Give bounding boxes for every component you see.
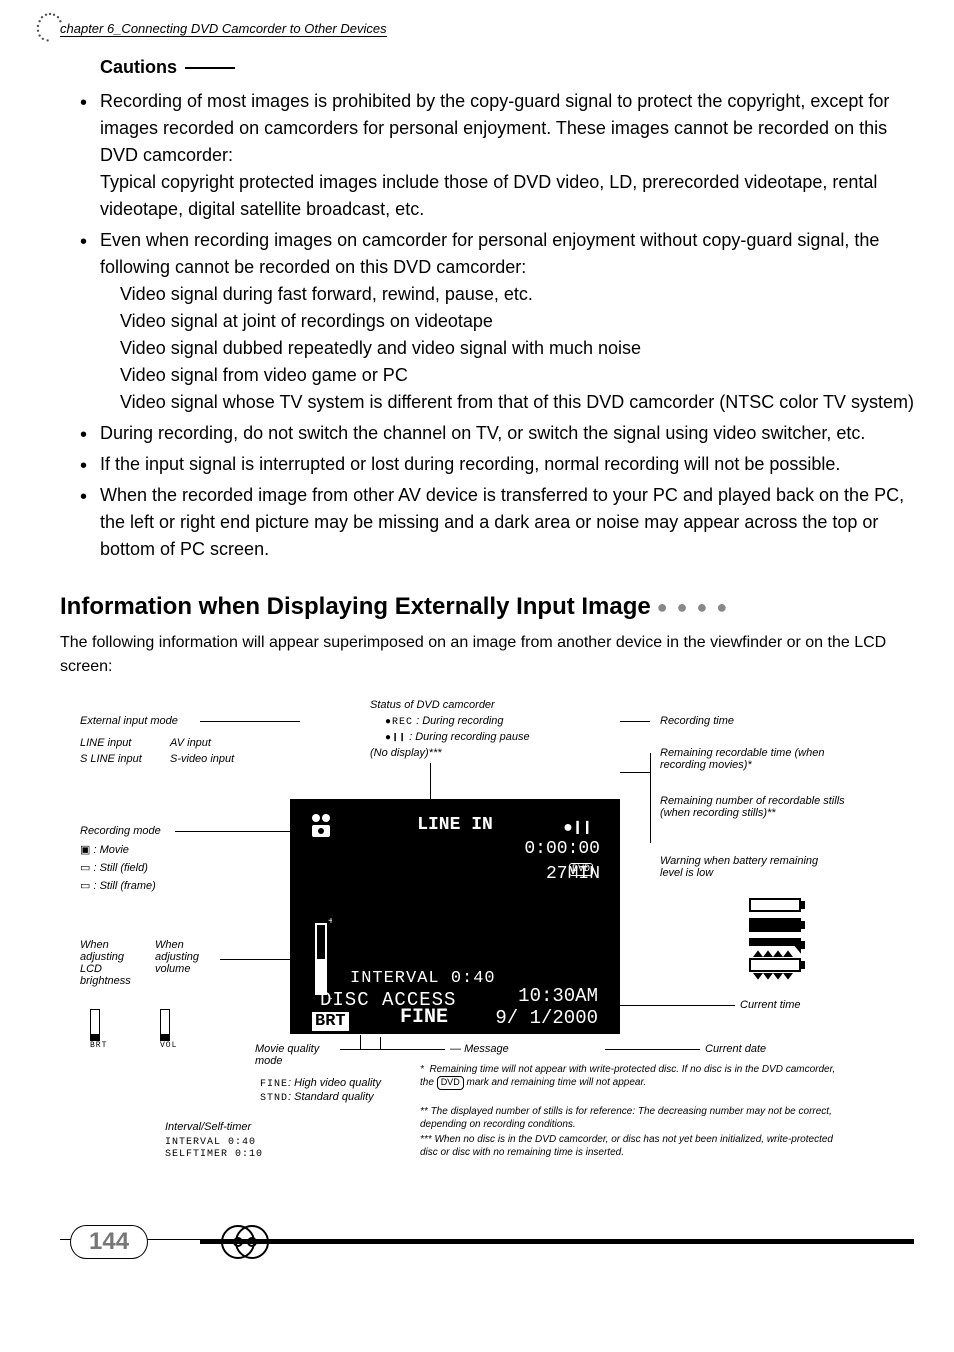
- caution-item: When the recorded image from other AV de…: [70, 482, 914, 563]
- caution-text: Even when recording images on camcorder …: [100, 230, 879, 277]
- pause-desc: : During recording pause: [409, 731, 529, 743]
- svg-text:+: +: [328, 917, 332, 928]
- rec-glyph: ●REC: [385, 717, 413, 728]
- interval-self-label: Interval/Self-timer: [165, 1121, 251, 1133]
- interval-value: INTERVAL 0:40: [165, 1137, 256, 1148]
- page-number: 144: [70, 1225, 148, 1259]
- av-input-label: AV input: [170, 737, 211, 749]
- vol-slider-icon: VOL: [160, 1009, 177, 1050]
- rec-desc: : During recording: [416, 715, 503, 727]
- movie-mode-text: : Movie: [93, 844, 128, 856]
- section-title: Information when Displaying Externally I…: [60, 593, 914, 621]
- lcd-screen: LINE IN ●❙❙ 0:00:00 DVD 27MIN INTERVAL 0…: [290, 799, 620, 1034]
- status-title-label: Status of DVD camcorder: [370, 699, 495, 711]
- caution-sub: Video signal dubbed repeatedly and video…: [120, 338, 641, 358]
- lcd-elapsed-time: 0:00:00: [524, 839, 600, 859]
- still-frame-label: ▭ : Still (frame): [80, 879, 156, 892]
- battery-icons: [730, 894, 820, 987]
- cautions-heading: Cautions: [100, 57, 914, 78]
- rec-status-label: ●REC : During recording: [385, 715, 504, 728]
- footnote-1b: mark and remaining time will not appear.: [466, 1077, 646, 1088]
- lcd-date: 9/ 1/2000: [495, 1007, 598, 1029]
- caution-item: Recording of most images is prohibited b…: [70, 88, 914, 223]
- lcd-brightness-label: When adjusting LCD brightness: [80, 939, 140, 987]
- message-label: — Message: [450, 1043, 509, 1055]
- lcd-diagram: Status of DVD camcorder ●REC : During re…: [60, 699, 914, 1219]
- volume-adjust-label: When adjusting volume: [155, 939, 215, 975]
- footnote-3-text: When no disc is in the DVD camcorder, or…: [420, 1134, 833, 1158]
- lcd-rec-pause-icon: ●❙❙: [563, 817, 592, 837]
- fine-desc: : High video quality: [288, 1077, 381, 1089]
- caution-sub: Video signal whose TV system is differen…: [120, 392, 914, 412]
- svideo-input-label: S-video input: [170, 753, 234, 765]
- pause-glyph: ●❙❙: [385, 733, 406, 744]
- spiral-icon: [30, 10, 70, 50]
- lcd-clock: 10:30AM: [518, 985, 598, 1007]
- recording-mode-label: Recording mode: [80, 825, 161, 837]
- vol-code: VOL: [160, 1041, 177, 1050]
- sline-input-label: S LINE input: [80, 753, 142, 765]
- disc-icon: [220, 1222, 280, 1262]
- still-field-label: ▭ : Still (field): [80, 861, 148, 874]
- footnote-2: ** The displayed number of stills is for…: [420, 1105, 840, 1131]
- battery-warning-label: Warning when battery remaining level is …: [660, 855, 830, 879]
- still-frame-text: : Still (frame): [93, 880, 155, 892]
- caution-item: If the input signal is interrupted or lo…: [70, 451, 914, 478]
- external-input-label: External input mode: [80, 715, 178, 727]
- brt-code: BRT: [90, 1041, 107, 1050]
- lcd-slider-icon: + −: [312, 914, 327, 1004]
- caution-sub: Video signal at joint of recordings on v…: [120, 311, 493, 331]
- remain-movie-label: Remaining recordable time (when recordin…: [660, 747, 840, 771]
- footnote-1: * Remaining time will not appear with wr…: [420, 1063, 840, 1090]
- recording-time-label: Recording time: [660, 715, 734, 727]
- fine-quality-label: FINE: High video quality: [260, 1077, 381, 1090]
- page-footer: 144: [60, 1239, 914, 1285]
- current-time-label: Current time: [740, 999, 801, 1011]
- section-title-text: Information when Displaying Externally I…: [60, 593, 651, 620]
- stnd-quality-label: STND: Standard quality: [260, 1091, 374, 1104]
- selftimer-value: SELFTIMER 0:10: [165, 1149, 263, 1160]
- movie-mode-label: ▣ : Movie: [80, 843, 129, 856]
- caution-text: Recording of most images is prohibited b…: [100, 91, 889, 165]
- pause-status-label: ●❙❙ : During recording pause: [385, 731, 530, 744]
- caution-item: Even when recording images on camcorder …: [70, 227, 914, 416]
- caution-item: During recording, do not switch the chan…: [70, 420, 914, 447]
- footnote-2-text: The displayed number of stills is for re…: [420, 1106, 832, 1130]
- lcd-brt: BRT: [312, 1012, 349, 1031]
- lcd-fine: FINE: [400, 1006, 448, 1029]
- nodisplay-label: (No display)***: [370, 747, 442, 759]
- caution-text-extra: Typical copyright protected images inclu…: [100, 172, 877, 219]
- cautions-heading-text: Cautions: [100, 57, 177, 77]
- remain-still-label: Remaining number of recordable stills (w…: [660, 795, 850, 819]
- footnote-3: *** When no disc is in the DVD camcorder…: [420, 1133, 840, 1159]
- line-input-label: LINE input: [80, 737, 131, 749]
- section-intro: The following information will appear su…: [60, 631, 914, 679]
- chapter-header: chapter 6_Connecting DVD Camcorder to Ot…: [60, 21, 387, 37]
- svg-text:−: −: [328, 995, 332, 1006]
- still-field-text: : Still (field): [93, 862, 147, 874]
- current-date-label: Current date: [705, 1043, 766, 1055]
- lcd-remaining: 27MIN: [546, 864, 600, 884]
- brt-slider-icon: BRT: [90, 1009, 107, 1050]
- stnd-code: STND: [260, 1093, 288, 1104]
- fine-code: FINE: [260, 1079, 288, 1090]
- lcd-interval: INTERVAL 0:40: [350, 969, 496, 988]
- caution-sub: Video signal during fast forward, rewind…: [120, 284, 533, 304]
- message-text: Message: [464, 1043, 509, 1055]
- caution-sub: Video signal from video game or PC: [120, 365, 408, 385]
- movie-quality-label: Movie quality mode: [255, 1043, 345, 1067]
- stnd-desc: : Standard quality: [288, 1091, 374, 1103]
- dvd-inline-mark: DVD: [437, 1076, 464, 1090]
- cautions-list: Recording of most images is prohibited b…: [60, 88, 914, 563]
